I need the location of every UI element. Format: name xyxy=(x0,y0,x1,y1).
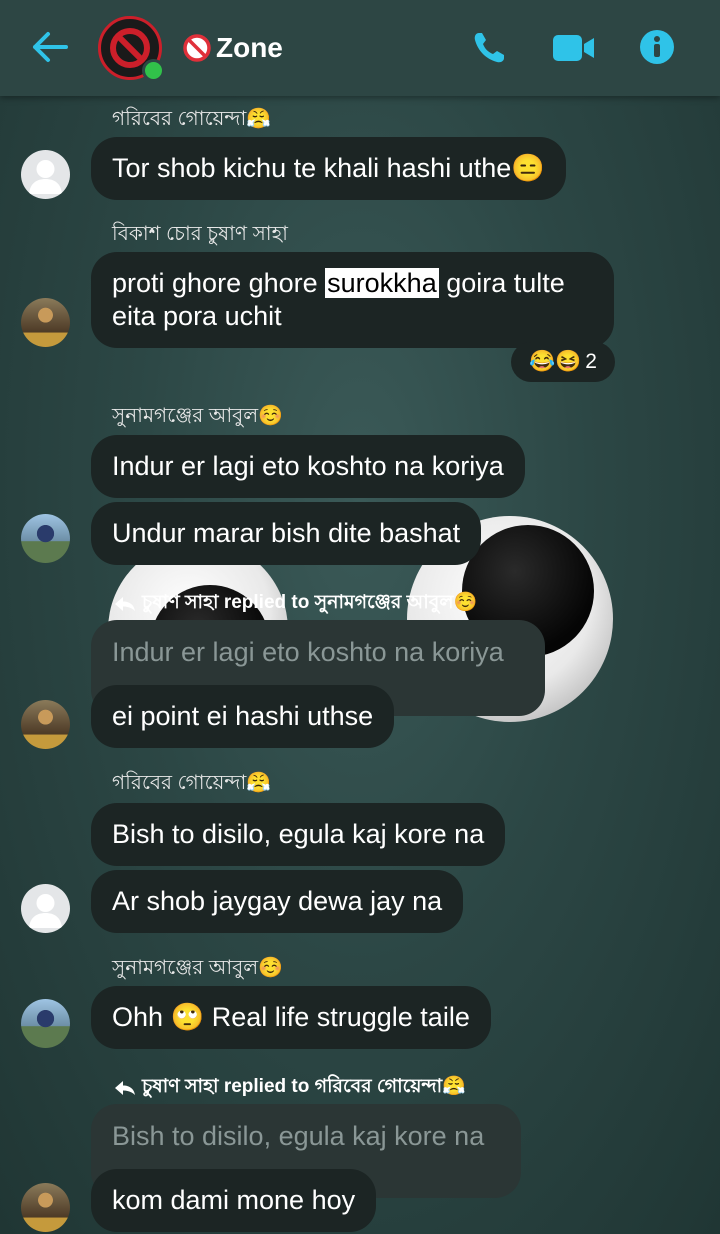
reaction-count: 2 xyxy=(585,350,597,373)
message-text: goira tulte xyxy=(446,268,565,298)
message-text: Ohh xyxy=(112,1002,164,1032)
default-user-icon xyxy=(29,894,62,928)
message-bubble[interactable]: ei point ei hashi uthse xyxy=(91,685,395,748)
video-camera-icon[interactable] xyxy=(552,33,596,63)
message-bubble[interactable]: Bish to disilo, egula kaj kore na xyxy=(91,803,506,866)
sender-name: সুনামগঞ্জের আবুল☺️ xyxy=(112,957,284,979)
default-user-icon xyxy=(29,160,62,194)
message-bubble[interactable]: proti ghore ghore surokkha goira tulte e… xyxy=(91,252,614,348)
reply-header: চুষাণ সাহা replied to সুনামগঞ্জের আবুল☺️ xyxy=(114,588,477,620)
phone-icon[interactable] xyxy=(470,29,508,67)
message-bubble[interactable]: Tor shob kichu te khali hashi uthe😑 xyxy=(91,137,566,200)
message-bubble[interactable]: Ar shob jaygay dewa jay na xyxy=(91,870,464,933)
sender-name: গরিবের গোয়েন্দা😤 xyxy=(112,108,272,130)
reply-header: চুষাণ সাহা replied to গরিবের গোয়েন্দা😤 xyxy=(114,1072,466,1104)
avatar[interactable] xyxy=(21,1183,70,1232)
highlighted-word: surokkha xyxy=(325,268,439,298)
info-icon[interactable] xyxy=(639,29,675,65)
reply-arrow-icon xyxy=(115,597,135,611)
no-entry-icon xyxy=(183,34,211,62)
avatar[interactable] xyxy=(21,700,70,749)
message-bubble[interactable]: Indur er lagi eto koshto na koriya xyxy=(91,435,525,498)
message-bubble[interactable]: Ohh 🙄 Real life struggle taile xyxy=(91,986,491,1049)
chat-title[interactable]: Zone xyxy=(182,28,283,68)
avatar[interactable] xyxy=(21,999,70,1048)
reaction-emojis: 😂😆 xyxy=(529,350,582,373)
avatar[interactable] xyxy=(21,150,70,199)
avatar[interactable] xyxy=(21,514,70,563)
reply-arrow-icon xyxy=(115,1081,135,1095)
message-text: proti ghore ghore xyxy=(112,268,318,298)
eye-roll-emoji: 🙄 xyxy=(170,1002,205,1032)
back-arrow-icon[interactable] xyxy=(30,30,70,64)
avatar[interactable] xyxy=(21,298,70,347)
sender-name: বিকাশ চোর চুষাণ সাহা xyxy=(112,223,288,245)
chat-header: Zone xyxy=(0,0,720,96)
message-text: eita pora uchit xyxy=(112,301,282,331)
reply-header-text: চুষাণ সাহা replied to সুনামগঞ্জের আবুল☺️ xyxy=(142,592,478,613)
reaction-badge[interactable]: 😂😆 2 xyxy=(511,342,615,382)
online-status-dot xyxy=(142,59,165,82)
reply-header-text: চুষাণ সাহা replied to গরিবের গোয়েন্দা😤 xyxy=(142,1076,466,1097)
message-bubble[interactable]: Undur marar bish dite bashat xyxy=(91,502,482,565)
chat-title-text: Zone xyxy=(216,32,283,63)
sender-name: গরিবের গোয়েন্দা😤 xyxy=(112,772,272,794)
avatar[interactable] xyxy=(21,884,70,933)
message-bubble[interactable]: kom dami mone hoy xyxy=(91,1169,377,1232)
message-text: Real life struggle taile xyxy=(211,1002,470,1032)
sender-name: সুনামগঞ্জের আবুল☺️ xyxy=(112,405,284,427)
